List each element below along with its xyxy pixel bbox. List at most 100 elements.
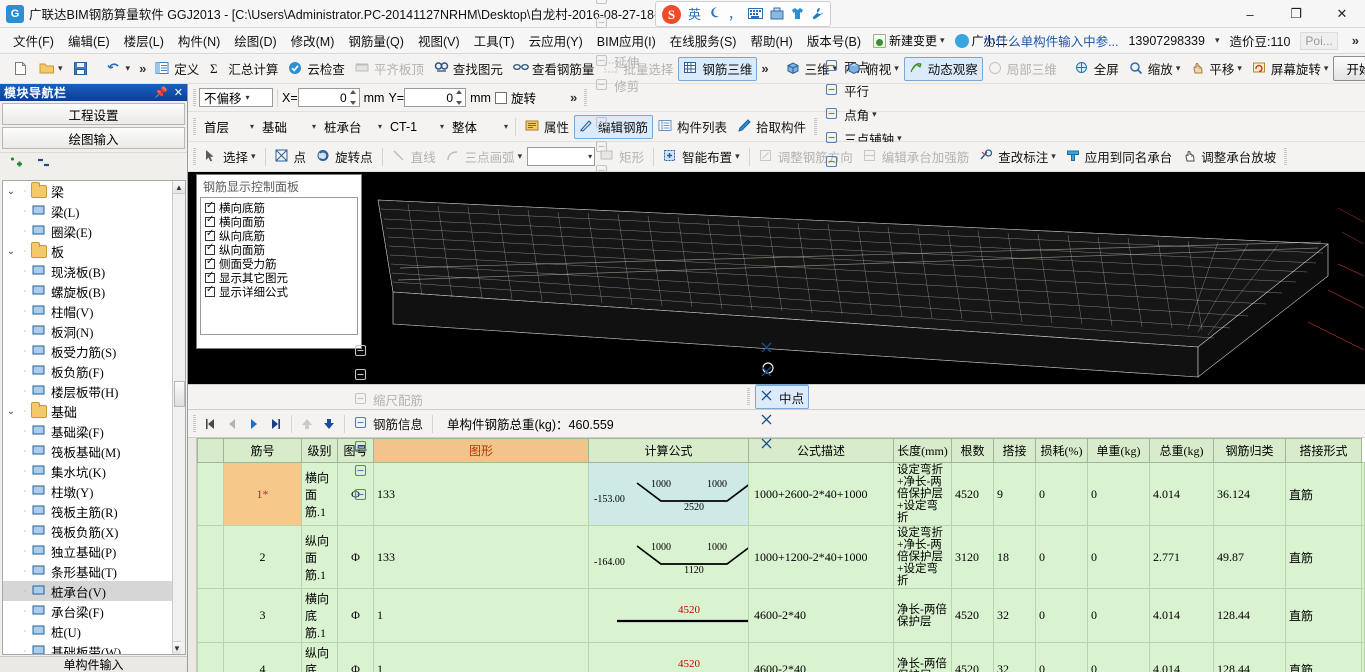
floor-chevron-down-icon[interactable]: ▾ xyxy=(250,122,254,131)
first-record-icon[interactable] xyxy=(199,413,221,435)
cell-total-weight[interactable]: 128.44 xyxy=(1212,588,1286,643)
cell-loss[interactable]: 0 xyxy=(1086,462,1150,526)
define-button[interactable]: 定义 xyxy=(150,57,204,81)
ime-toolbar[interactable]: S 英 ， xyxy=(655,1,832,27)
checkbox-纵向面筋[interactable] xyxy=(205,242,215,255)
cell-formula[interactable]: 4600-2*40 xyxy=(747,588,894,643)
table-header-单重-kg-[interactable]: 单重(kg) xyxy=(1086,438,1150,463)
select-tool-button[interactable]: 选择 ▾ xyxy=(199,145,261,169)
ime-skin-icon[interactable] xyxy=(791,7,804,22)
undo-button[interactable]: ▾ xyxy=(102,57,136,81)
menu-help[interactable]: 帮助(H) xyxy=(743,28,799,53)
sum-calc-button[interactable]: Σ 汇总计算 xyxy=(204,57,283,81)
menu-modify[interactable]: 修改(M) xyxy=(284,28,342,53)
properties-button[interactable]: 属性 xyxy=(520,115,574,139)
last-record-icon[interactable] xyxy=(265,413,287,435)
tree-expander-icon[interactable]: ⌄ xyxy=(3,406,19,417)
tree-item-柱帽-V-[interactable]: · 柱帽(V) xyxy=(3,301,185,321)
table-header-级别[interactable]: 级别 xyxy=(300,438,338,463)
arc-chevron-down-icon[interactable]: ▾ xyxy=(518,151,523,162)
cell-grade[interactable]: Φ xyxy=(336,642,374,672)
cell-figure-no[interactable]: 1 xyxy=(372,642,589,672)
scroll-up-button[interactable]: ▲ xyxy=(173,181,185,194)
floor-select[interactable]: 首层 ▾ xyxy=(199,116,257,137)
apply-same-cap-button[interactable]: 应用到同名承台 xyxy=(1061,145,1178,169)
adjust-rebar-direction-button[interactable]: 调整钢筋方向 xyxy=(754,145,858,169)
rotate-checkbox[interactable] xyxy=(494,91,507,104)
y-spinner[interactable] xyxy=(454,89,464,106)
ime-settings-icon[interactable] xyxy=(811,7,824,22)
offset-toolbar-grip[interactable] xyxy=(193,88,196,107)
offset-mode-select[interactable]: 不偏移 ▾ xyxy=(199,88,273,107)
table-header-搭接形式[interactable]: 搭接形式 xyxy=(1284,438,1362,463)
offset-mode-chevron-down-icon[interactable]: ▾ xyxy=(246,93,250,102)
cell-figure-no[interactable]: 133 xyxy=(372,462,589,526)
menu-tools[interactable]: 工具(T) xyxy=(467,28,522,53)
cell-length[interactable]: 3120 xyxy=(950,525,994,589)
checkbox-纵向底筋[interactable] xyxy=(205,228,215,241)
next-record-icon[interactable] xyxy=(243,413,265,435)
minimize-button[interactable]: – xyxy=(1227,0,1273,28)
tree-item-筏板主筋-R-[interactable]: · 筏板主筋(R) xyxy=(3,501,185,521)
cell-lap-type[interactable]: 绑扎 xyxy=(1360,642,1365,672)
平行-button[interactable]: 平行 xyxy=(820,79,907,103)
table-row[interactable]: 3 横向底筋.1 Φ 1 4520 4600-2*40 净长-两倍保护层 4520 32 0 0 4.… xyxy=(196,588,1365,643)
table-header-筋号[interactable]: 筋号 xyxy=(222,438,302,463)
menu-edit[interactable]: 编辑(E) xyxy=(61,28,117,53)
start-button[interactable]: 开始 xyxy=(1333,56,1365,81)
table-row[interactable]: 4纵向底筋.1Φ145204600-2*40净长-两倍保护层452032004.… xyxy=(196,642,1365,672)
rebar-checkbox-row[interactable]: 侧面受力筋 xyxy=(205,256,353,271)
cell-category[interactable]: 直筋 xyxy=(1284,462,1362,526)
tree-scrollbar[interactable]: ▲ ▼ xyxy=(172,181,185,654)
component-type-chevron-down-icon[interactable]: ▾ xyxy=(378,122,382,131)
check-annotation-chevron-down-icon[interactable]: ▾ xyxy=(1051,151,1056,162)
钢筋信息-button[interactable]: 钢筋信息 xyxy=(349,412,428,436)
table-header-图形[interactable]: 图形 xyxy=(372,438,589,463)
cell-count[interactable]: 9 xyxy=(992,462,1036,526)
rebar-checkbox-row[interactable]: 纵向面筋 xyxy=(205,242,353,257)
smart-layout-chevron-down-icon[interactable]: ▾ xyxy=(735,151,740,162)
cell-total-weight[interactable]: 49.87 xyxy=(1212,525,1286,589)
cell-grade[interactable]: Φ xyxy=(336,588,374,643)
toolbar1-overflow-icon[interactable]: » xyxy=(135,61,150,76)
ime-lang-icon[interactable]: 英 xyxy=(688,8,701,21)
cell-count[interactable]: 32 xyxy=(992,588,1036,643)
cell-loss[interactable]: 0 xyxy=(1086,525,1150,589)
table-header-搭接[interactable]: 搭接 xyxy=(992,438,1036,463)
menu-bim-app[interactable]: BIM应用(I) xyxy=(590,28,663,53)
draw-toolbar-end-grip[interactable] xyxy=(1284,147,1288,166)
project-settings-button[interactable]: 工程设置 xyxy=(2,103,185,125)
table-header-长度-mm-[interactable]: 长度(mm) xyxy=(892,438,952,463)
adjust-cap-slope-button[interactable]: 调整承台放坡 xyxy=(1177,145,1281,169)
rotate-point-button[interactable]: 旋转点 xyxy=(311,145,378,169)
cell-figure-no[interactable]: 133 xyxy=(372,525,589,589)
cell-loss[interactable]: 0 xyxy=(1086,642,1150,672)
scope-chevron-down-icon[interactable]: ▾ xyxy=(504,122,508,131)
close-icon[interactable]: ✕ xyxy=(174,86,183,99)
menu-cloud-app[interactable]: 云应用(Y) xyxy=(522,28,590,53)
cell-unit-weight[interactable]: 4.014 xyxy=(1148,642,1214,672)
cell-length[interactable]: 4520 xyxy=(950,588,994,643)
checkbox-侧面受力筋[interactable] xyxy=(205,256,215,269)
component-name-chevron-down-icon[interactable]: ▾ xyxy=(440,122,444,131)
pick-component-button[interactable]: 拾取构件 xyxy=(732,115,811,139)
tree-item-圈梁-E-[interactable]: · 圈梁(E) xyxy=(3,221,185,241)
cell-total-weight[interactable]: 128.44 xyxy=(1212,642,1286,672)
new-file-button[interactable] xyxy=(8,57,34,81)
context-toolbar-grip[interactable] xyxy=(193,117,196,136)
open-file-button[interactable]: ▾ xyxy=(34,57,68,81)
zoom-chevron-down-icon[interactable]: ▾ xyxy=(1176,63,1181,74)
menu-view[interactable]: 视图(V) xyxy=(411,28,467,53)
cell-length[interactable]: 4520 xyxy=(950,462,994,526)
pan-button[interactable]: 平移 ▾ xyxy=(1185,57,1247,81)
cell-category[interactable]: 直筋 xyxy=(1284,588,1362,643)
rebar-checkbox-row[interactable]: 显示详细公式 xyxy=(205,284,353,299)
x-offset-input[interactable]: 0 xyxy=(297,88,360,107)
table-row[interactable]: 1*横向面筋.1Φ133-153.00-153.0010001000252010… xyxy=(196,462,1365,526)
component-list-button[interactable]: 构件列表 xyxy=(653,115,732,139)
line-tool-button[interactable]: 直线 xyxy=(387,145,441,169)
rebar-checkbox-row[interactable]: 横向底筋 xyxy=(205,200,353,215)
y-offset-input[interactable]: 0 xyxy=(404,88,467,107)
cell-total-weight[interactable]: 36.124 xyxy=(1212,462,1286,526)
point-badge[interactable]: Poi... xyxy=(1300,31,1338,50)
